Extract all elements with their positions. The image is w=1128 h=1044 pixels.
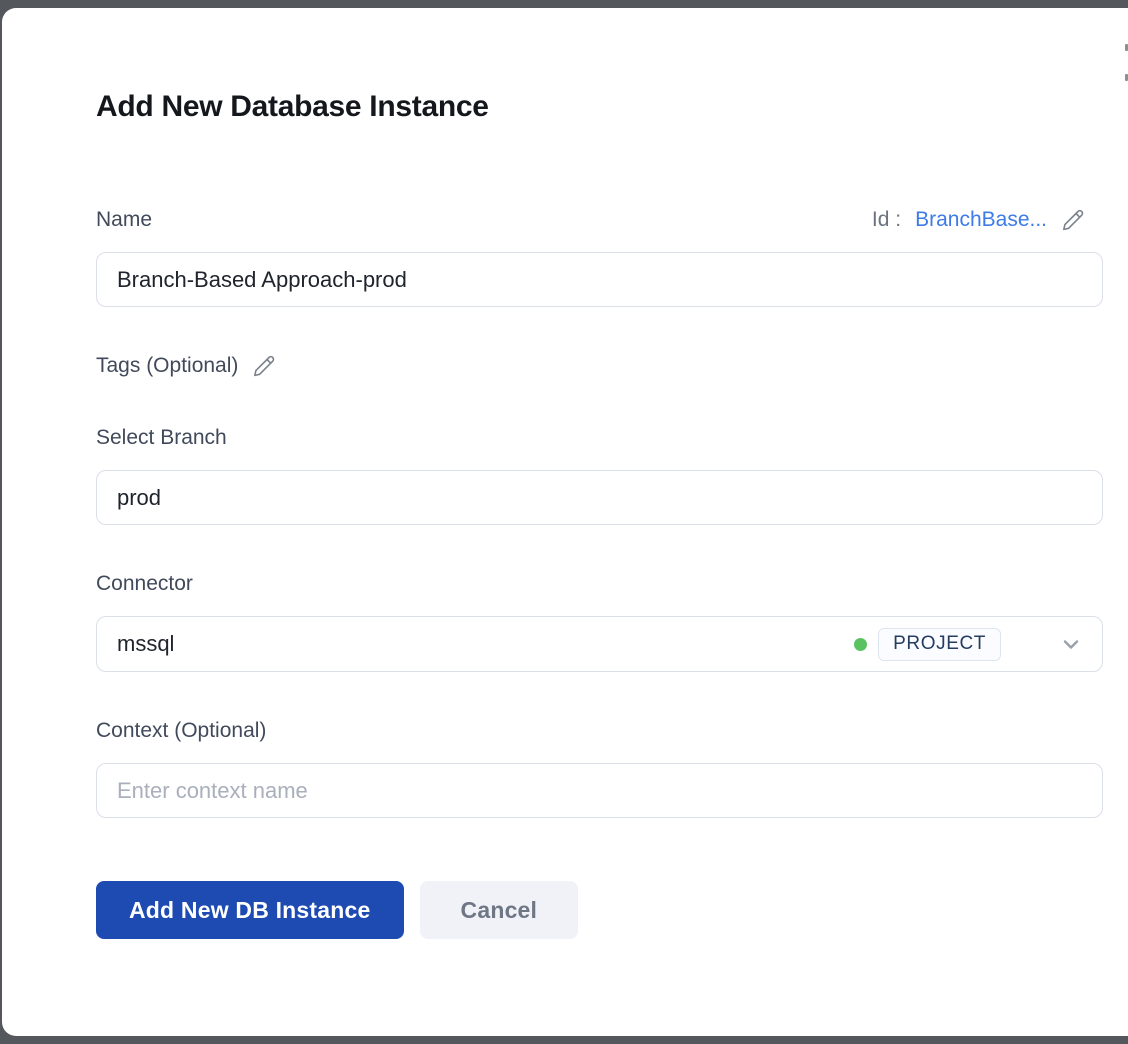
context-section: Context (Optional) <box>96 718 1085 818</box>
id-prefix-label: Id : <box>872 208 901 232</box>
screen: { "dialog": { "title": "Add New Database… <box>0 0 1128 1044</box>
branch-input[interactable] <box>96 470 1103 525</box>
status-dot <box>854 638 867 651</box>
branch-section: Select Branch <box>96 425 1085 525</box>
dialog-actions: Add New DB Instance Cancel <box>96 881 1085 939</box>
connector-select[interactable]: mssql PROJECT <box>96 616 1103 672</box>
name-label-row: Name Id : BranchBase... <box>96 207 1085 233</box>
add-db-instance-button[interactable]: Add New DB Instance <box>96 881 404 939</box>
context-input[interactable] <box>96 763 1103 818</box>
chevron-down-icon[interactable] <box>1059 632 1083 656</box>
add-db-instance-dialog: Add New Database Instance Name Id : Bran… <box>2 8 1128 1036</box>
branch-label: Select Branch <box>96 426 227 449</box>
name-input[interactable] <box>96 252 1103 307</box>
dialog-title: Add New Database Instance <box>96 88 1085 126</box>
context-label: Context (Optional) <box>96 719 266 742</box>
tags-label: Tags (Optional) <box>96 353 238 379</box>
connector-meta: PROJECT <box>854 628 1083 661</box>
name-label: Name <box>96 207 152 233</box>
connector-value: mssql <box>117 631 174 657</box>
project-badge: PROJECT <box>878 628 1001 661</box>
instance-id-link[interactable]: BranchBase... <box>915 208 1047 232</box>
cancel-button[interactable]: Cancel <box>420 881 579 939</box>
connector-label: Connector <box>96 572 193 595</box>
connector-section: Connector mssql PROJECT <box>96 571 1085 672</box>
edit-tags-pencil-icon[interactable] <box>252 354 276 378</box>
instance-id-group: Id : BranchBase... <box>872 208 1085 232</box>
tags-row: Tags (Optional) <box>96 353 1085 379</box>
edit-id-pencil-icon[interactable] <box>1061 208 1085 232</box>
